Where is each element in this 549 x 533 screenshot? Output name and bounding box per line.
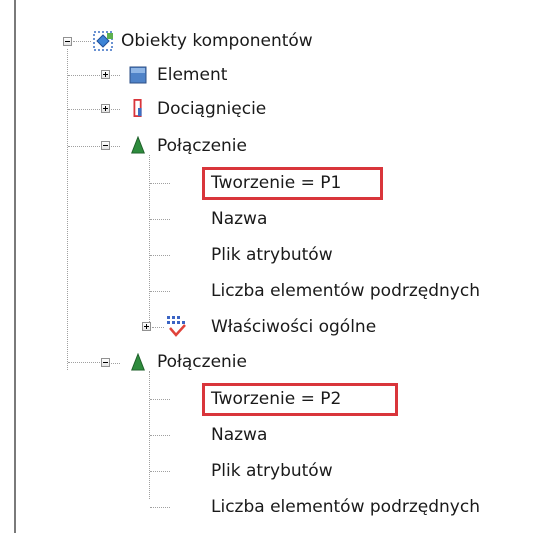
extension-icon (133, 99, 142, 117)
tree-item-label: Tworzenie = P1 (211, 173, 342, 193)
tree-item-child-count[interactable]: Liczba elementów podrzędnych (0, 491, 549, 521)
tree-item-label: Plik atrybutów (211, 245, 333, 265)
tree-item-label: Plik atrybutów (211, 461, 333, 481)
general-properties-icon (167, 316, 186, 337)
tree-item-creation[interactable]: Tworzenie = P2 (0, 383, 549, 416)
tree-item-label: Nazwa (211, 209, 268, 229)
tree-item-attribute-file[interactable]: Plik atrybutów (0, 239, 549, 269)
tree-item-attribute-file[interactable]: Plik atrybutów (0, 455, 549, 485)
tree-item-child-count[interactable]: Liczba elementów podrzędnych (0, 275, 549, 305)
connection-cone-icon (131, 136, 145, 154)
tree-item-label: Tworzenie = P2 (211, 389, 342, 409)
tree-item-connection[interactable]: Połączenie (0, 347, 549, 377)
expand-toggle[interactable] (101, 104, 110, 113)
tree-item-label: Liczba elementów podrzędnych (211, 281, 480, 301)
collapse-toggle[interactable] (101, 358, 110, 367)
tree-item-connection[interactable]: Połączenie (0, 131, 549, 161)
tree-item-label: Liczba elementów podrzędnych (211, 497, 480, 517)
tree-item-general-properties[interactable]: Właściwości ogólne (0, 311, 549, 341)
element-square-icon (129, 66, 147, 84)
tree-root-row[interactable]: Obiekty komponentów (0, 26, 549, 56)
expand-toggle[interactable] (142, 322, 151, 331)
tree-item-element[interactable]: Element (0, 60, 549, 90)
collapse-toggle[interactable] (63, 37, 72, 46)
connection-cone-icon (131, 353, 145, 371)
tree-item-creation[interactable]: Tworzenie = P1 (0, 167, 549, 200)
tree-item-extension[interactable]: Dociągnięcie (0, 94, 549, 124)
tree-item-label: Nazwa (211, 425, 268, 445)
tree-item-name[interactable]: Nazwa (0, 203, 549, 233)
tree-item-label: Element (157, 65, 228, 85)
tree-root-label: Obiekty komponentów (121, 31, 313, 51)
tree-item-label: Połączenie (157, 352, 247, 372)
expand-toggle[interactable] (101, 70, 110, 79)
tree-item-label: Właściwości ogólne (211, 317, 377, 337)
collapse-toggle[interactable] (101, 141, 110, 150)
tree-item-label: Dociągnięcie (157, 99, 267, 119)
tree-item-name[interactable]: Nazwa (0, 419, 549, 449)
component-objects-icon (93, 31, 113, 51)
component-tree: Obiekty komponentów Element Dociągnięcie… (0, 0, 549, 533)
tree-item-label: Połączenie (157, 136, 247, 156)
